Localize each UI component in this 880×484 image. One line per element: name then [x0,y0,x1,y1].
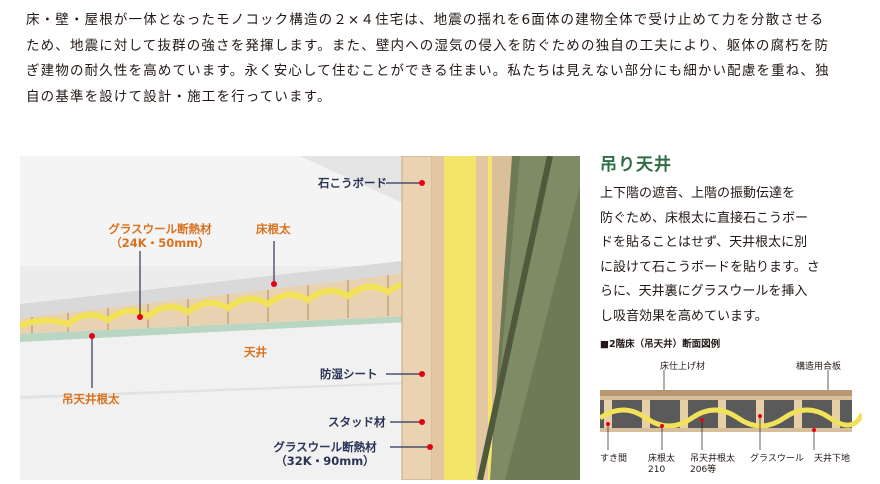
intro-line: 床・壁・屋根が一体となったモノコック構造の２×４住宅は、地震の揺れを6面体の建物… [26,12,825,28]
diagram-label-floor-finish: 床仕上げ材 [660,362,706,372]
cutaway-illustration: 石こうボード グラスウール断熱材 （24K・50mm） 床根太 天井 吊天井根太… [20,156,580,480]
section-body-line: 上下階の遮音、上階の振動伝達を [600,186,796,201]
intro-line: ため、地震に対して抜群の強さを発揮します。また、壁内への湿気の侵入を防ぐための独… [26,37,830,54]
diagram-label-ceiling-base: 天井下地 [814,454,851,464]
label-floor-joist: 床根太 [256,222,291,236]
label-floor-glass-wool-spec: （24K・50mm） [110,236,210,250]
label-vapor-sheet: 防湿シート [320,367,378,381]
section-body-line: し吸音効果を高めています。 [600,308,768,324]
label-floor-glass-wool-name: グラスウール断熱材 [108,222,212,236]
section-body-line: 防ぐため、床根太に直接石こうボー [600,210,809,226]
intro-line: ぎ建物の耐久性を高めています。永く安心して住むことができる住まい。私たちは見えな… [26,63,830,79]
cutaway-drawing [20,156,580,480]
label-ceiling-joist: 吊天井根太 [62,392,120,406]
label-ceiling: 天井 [244,345,267,359]
label-wall-glass-wool-spec: （32K・90mm） [275,454,375,468]
diagram-label-floor-joist-name: 床根太 [648,454,676,464]
cross-section-diagram: 床仕上げ材 構造用合板 すき間 床根太 210 吊天井根太 206等 グラスウー… [598,356,865,480]
diagram-label-floor-joist-size: 210 [648,465,666,475]
diagram-label-floor-joist: 床根太 210 [648,454,675,476]
diagram-label-ceiling-joist-size: 206等 [690,465,717,475]
label-floor-glass-wool: グラスウール断熱材 （24K・50mm） [100,222,220,250]
diagram-label-ceiling-joist: 吊天井根太 206等 [690,454,735,476]
diagram-label-gap: すき間 [600,454,628,464]
intro-paragraph: 床・壁・屋根が一体となったモノコック構造の２×４住宅は、地震の揺れを6面体の建物… [26,8,862,110]
section-body-line: に設けて石こうボードを貼ります。さ [600,259,820,275]
label-wall-glass-wool-name: グラスウール断熱材 [273,440,377,454]
section-body-line: らに、天井裏にグラスウールを挿入 [600,284,808,299]
diagram-label-ceiling-joist-name: 吊天井根太 [690,454,736,464]
diagram-label-structural-plywood: 構造用合板 [796,362,842,372]
label-gypsum-board: 石こうボード [318,176,387,190]
section-body: 上下階の遮音、上階の振動伝達を 防ぐため、床根太に直接石こうボー ドを貼ることは… [600,182,862,329]
label-wall-glass-wool: グラスウール断熱材 （32K・90mm） [262,440,388,468]
diagram-caption: ■2階床（吊天井）断面図例 [600,339,721,350]
section-body-line: ドを貼ることはせず、天井根太に別 [600,235,808,250]
label-stud: スタッド材 [328,415,386,429]
diagram-label-glass-wool: グラスウール [750,454,804,464]
intro-line: 自の基準を設けて設計・施工を行っています。 [26,88,332,105]
section-title: 吊り天井 [600,155,672,175]
